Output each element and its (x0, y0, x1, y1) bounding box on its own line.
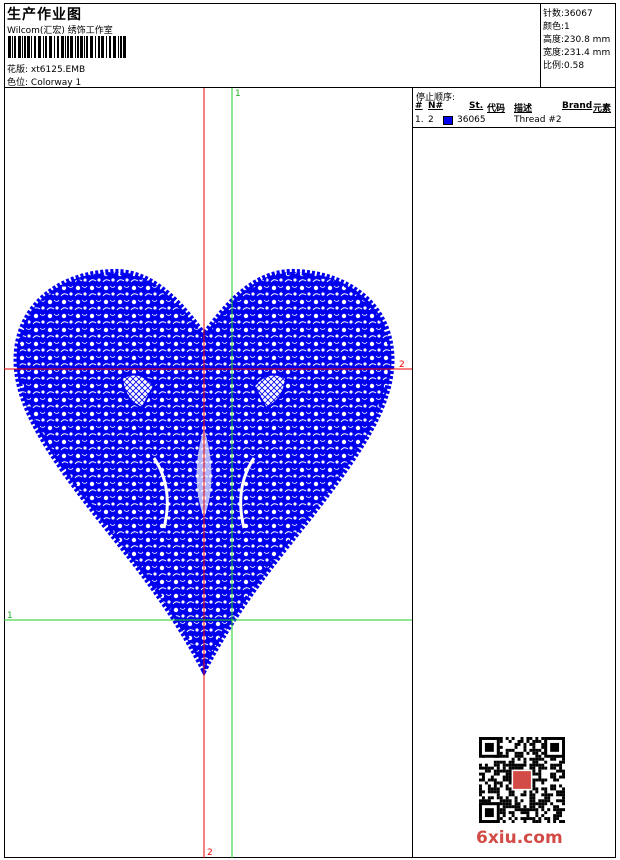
col-code: 代码 (487, 104, 506, 114)
stat-height: 高度:230.8 mm (543, 32, 610, 45)
stat-width: 宽度:231.4 mm (543, 45, 610, 58)
embroidery-preview: 1 2 1 2 (4, 88, 412, 858)
stat-colors: 颜色:1 (543, 19, 570, 32)
design-canvas: 1 2 1 2 (4, 88, 412, 858)
page-title: 生产作业图 (7, 7, 82, 23)
stat-label: 针数: (543, 9, 565, 19)
row-desc: Thread #2 (514, 115, 562, 125)
red-horizontal-label: 2 (399, 360, 405, 370)
stat-stitches: 针数:36067 (543, 6, 593, 19)
colorway: 色位: Colorway 1 (7, 75, 81, 88)
stat-label: 颜色: (543, 22, 565, 32)
qr-code (479, 737, 565, 823)
row-num: 1. (415, 115, 424, 125)
stat-value: 0.58 (564, 61, 585, 71)
col-needle: N# (428, 101, 444, 111)
col-element: 元素 (593, 104, 612, 114)
colorway-label: 色位: (7, 78, 29, 88)
row-needle: 2 (428, 115, 434, 125)
table-row: 1. 2 36065 Thread #2 (413, 115, 616, 127)
stat-value: 230.8 mm (564, 35, 611, 45)
stat-value: 36067 (564, 9, 593, 19)
stat-value: 231.4 mm (564, 48, 611, 58)
stat-scale: 比例:0.58 (543, 58, 584, 71)
red-vertical-label: 2 (207, 848, 213, 858)
studio-name: Wilcom(汇宏) 绣饰工作室 (7, 26, 113, 36)
stat-label: 高度: (543, 35, 565, 45)
divider (413, 127, 616, 128)
design-file: 花版: xt6125.EMB (7, 62, 85, 75)
col-num: # (415, 101, 423, 111)
col-desc: 描述 (514, 104, 533, 114)
row-stitches: 36065 (457, 115, 486, 125)
design-label: 花版: (7, 65, 29, 75)
stat-value: 1 (564, 22, 570, 32)
stat-label: 宽度: (543, 48, 565, 58)
design-value: xt6125.EMB (30, 65, 86, 75)
stop-sequence-header: # N# St. 代码 描述 Brand 元素 (413, 101, 616, 114)
green-horizontal-label: 1 (7, 611, 13, 621)
col-brand: Brand (562, 101, 593, 111)
colorway-value: Colorway 1 (30, 78, 82, 88)
green-vertical-label: 1 (235, 89, 241, 99)
stat-label: 比例: (543, 61, 565, 71)
col-stitches: St. (469, 101, 484, 111)
watermark: 6xiu.com (476, 828, 563, 848)
barcode (8, 36, 126, 58)
